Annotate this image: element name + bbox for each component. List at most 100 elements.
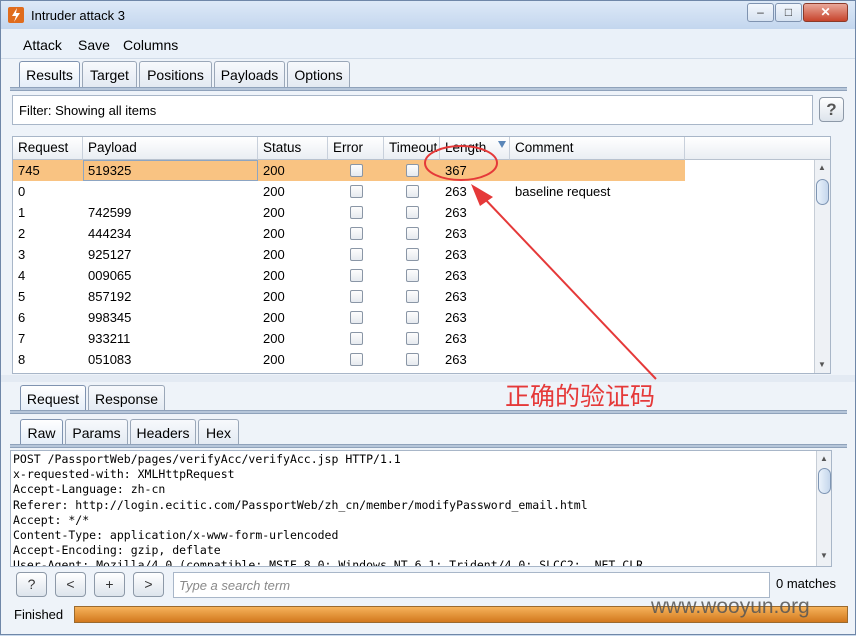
timeout-checkbox[interactable]	[406, 206, 419, 219]
timeout-checkbox[interactable]	[406, 311, 419, 324]
close-icon[interactable]: ✕	[803, 3, 848, 22]
match-count: 0 matches	[776, 576, 836, 591]
cell-payload: 051083	[88, 352, 132, 367]
error-checkbox[interactable]	[350, 353, 363, 366]
cell-length: 263	[445, 310, 467, 325]
error-checkbox[interactable]	[350, 332, 363, 345]
cell-status: 200	[263, 331, 285, 346]
cell-request: 2	[18, 226, 26, 241]
pane-splitter[interactable]	[1, 375, 855, 382]
next-match-button[interactable]: >	[133, 572, 164, 597]
title-bar[interactable]: Intruder attack 3 – □ ✕	[1, 1, 855, 29]
table-row[interactable]: 1 742599 200 263	[13, 202, 685, 223]
column-header-status[interactable]: Status	[258, 137, 328, 160]
maximize-icon[interactable]: □	[775, 3, 802, 22]
column-header-length[interactable]: Length	[440, 137, 510, 160]
tab-headers[interactable]: Headers	[130, 419, 196, 446]
column-header-timeout[interactable]: Timeout	[384, 137, 440, 160]
annotation-label: 正确的验证码	[505, 382, 656, 411]
request-line: Accept-Language: zh-cn	[13, 482, 166, 497]
status-text: Finished	[14, 607, 64, 622]
request-line: Accept: */*	[13, 512, 90, 527]
minimize-icon[interactable]: –	[747, 3, 774, 22]
timeout-checkbox[interactable]	[406, 290, 419, 303]
timeout-checkbox[interactable]	[406, 269, 419, 282]
cell-status: 200	[263, 184, 285, 199]
menu-save[interactable]: Save	[78, 37, 110, 53]
timeout-checkbox[interactable]	[406, 248, 419, 261]
error-checkbox[interactable]	[350, 269, 363, 282]
menu-attack[interactable]: Attack	[23, 37, 62, 53]
timeout-checkbox[interactable]	[406, 353, 419, 366]
cell-length: 263	[445, 352, 467, 367]
scroll-down-icon[interactable]: ▼	[818, 360, 826, 369]
search-help-button[interactable]: ?	[16, 572, 47, 597]
scroll-down-icon[interactable]: ▼	[820, 551, 828, 560]
table-row[interactable]: 8 051083 200 263	[13, 349, 685, 370]
cell-length: 263	[445, 247, 467, 262]
cell-payload: 742599	[88, 205, 132, 220]
previous-match-button[interactable]: <	[55, 572, 86, 597]
table-row[interactable]: 2 444234 200 263	[13, 223, 685, 244]
table-scrollbar[interactable]: ▲ ▼	[814, 160, 830, 373]
tab-raw[interactable]: Raw	[20, 419, 63, 446]
table-row[interactable]: 0 200 263 baseline request	[13, 181, 685, 202]
filter-text: Filter: Showing all items	[19, 103, 157, 118]
scroll-thumb[interactable]	[816, 179, 829, 205]
table-row[interactable]: 5 857192 200 263	[13, 286, 685, 307]
table-row[interactable]: 745 519325 200 367	[13, 160, 685, 181]
tab-results[interactable]: Results	[19, 61, 80, 88]
error-checkbox[interactable]	[350, 311, 363, 324]
cell-status: 200	[263, 268, 285, 283]
column-header-request[interactable]: Request	[13, 137, 83, 160]
column-header-error[interactable]: Error	[328, 137, 384, 160]
error-checkbox[interactable]	[350, 185, 363, 198]
tab-hex[interactable]: Hex	[198, 419, 239, 446]
column-header-payload[interactable]: Payload	[83, 137, 258, 160]
tab-payloads[interactable]: Payloads	[214, 61, 285, 88]
cell-length: 263	[445, 268, 467, 283]
watermark: www.wooyun.org	[651, 595, 810, 618]
timeout-checkbox[interactable]	[406, 185, 419, 198]
intruder-window: Intruder attack 3 – □ ✕ Attack Save Colu…	[0, 0, 856, 635]
request-line: POST /PassportWeb/pages/verifyAcc/verify…	[13, 452, 401, 466]
error-checkbox[interactable]	[350, 164, 363, 177]
scroll-thumb[interactable]	[818, 468, 831, 494]
error-checkbox[interactable]	[350, 227, 363, 240]
table-row[interactable]: 4 009065 200 263	[13, 265, 685, 286]
menu-columns[interactable]: Columns	[123, 37, 178, 53]
tab-options[interactable]: Options	[287, 61, 350, 88]
tab-request[interactable]: Request	[20, 385, 86, 412]
tab-params[interactable]: Params	[65, 419, 128, 446]
tab-target[interactable]: Target	[82, 61, 137, 88]
column-header-comment[interactable]: Comment	[510, 137, 685, 160]
table-row[interactable]: 6 998345 200 263	[13, 307, 685, 328]
scroll-up-icon[interactable]: ▲	[820, 454, 828, 463]
cell-payload: 998345	[88, 310, 132, 325]
error-checkbox[interactable]	[350, 248, 363, 261]
tab-response[interactable]: Response	[88, 385, 165, 412]
view-tab-divider	[10, 444, 847, 448]
request-editor[interactable]: POST /PassportWeb/pages/verifyAcc/verify…	[10, 450, 832, 567]
timeout-checkbox[interactable]	[406, 164, 419, 177]
help-icon[interactable]: ?	[819, 97, 844, 122]
error-checkbox[interactable]	[350, 206, 363, 219]
error-checkbox[interactable]	[350, 290, 363, 303]
scroll-up-icon[interactable]: ▲	[818, 163, 826, 172]
results-table: Request Payload Status Error Timeout Len…	[12, 136, 831, 374]
editor-scrollbar[interactable]: ▲ ▼	[816, 451, 831, 566]
filter-bar[interactable]: Filter: Showing all items	[12, 95, 813, 125]
cell-status: 200	[263, 310, 285, 325]
cell-payload: 857192	[88, 289, 132, 304]
table-row[interactable]: 3 925127 200 263	[13, 244, 685, 265]
sort-desc-icon	[498, 141, 506, 148]
timeout-checkbox[interactable]	[406, 332, 419, 345]
cell-status: 200	[263, 163, 285, 178]
timeout-checkbox[interactable]	[406, 227, 419, 240]
window-title: Intruder attack 3	[31, 8, 125, 23]
tab-positions[interactable]: Positions	[139, 61, 212, 88]
cell-status: 200	[263, 247, 285, 262]
table-row[interactable]: 7 933211 200 263	[13, 328, 685, 349]
add-search-button[interactable]: +	[94, 572, 125, 597]
request-line: x-requested-with: XMLHttpRequest	[13, 467, 235, 482]
